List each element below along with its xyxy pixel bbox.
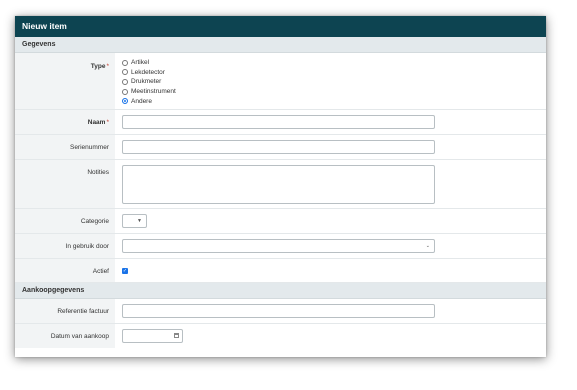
actief-cell: ✓: [115, 259, 546, 282]
radio-button[interactable]: [122, 69, 128, 76]
radio-button[interactable]: [122, 78, 128, 85]
serienummer-row: Serienummer: [15, 135, 546, 160]
naam-label-text: Naam: [87, 119, 106, 126]
section-header-aankoopgegevens: Aankoopgegevens: [15, 283, 546, 299]
in-gebruik-door-label: In gebruik door: [15, 234, 115, 258]
datum-van-aankoop-cell: [115, 324, 546, 348]
actief-label: Actief: [15, 259, 115, 282]
notities-textarea[interactable]: [122, 165, 435, 204]
radio-option-meetinstrument[interactable]: Meetinstrument: [122, 87, 546, 97]
notities-cell: [115, 160, 546, 208]
radio-label: Lekdetector: [131, 68, 165, 76]
datum-van-aankoop-label: Datum van aankoop: [15, 324, 115, 348]
radio-option-drukmeter[interactable]: Drukmeter: [122, 77, 546, 87]
radio-label: Meetinstrument: [131, 88, 176, 96]
categorie-row: Categorie ▼: [15, 209, 546, 234]
new-item-dialog: Nieuw item Gegevens Type* Artikel Lekdet…: [15, 16, 546, 357]
radio-option-andere[interactable]: Andere: [122, 96, 546, 106]
naam-cell: [115, 110, 546, 134]
radio-label: Andere: [131, 97, 152, 105]
notities-label: Notities: [15, 160, 115, 208]
actief-row: Actief ✓: [15, 259, 546, 283]
chevron-down-icon: ▼: [137, 218, 142, 224]
section-header-gegevens: Gegevens: [15, 37, 546, 53]
datum-van-aankoop-row: Datum van aankoop: [15, 324, 546, 348]
required-marker: *: [106, 63, 109, 70]
referentie-factuur-row: Referentie factuur: [15, 299, 546, 324]
type-row: Type* Artikel Lekdetector Drukmeter Meet…: [15, 53, 546, 110]
serienummer-input[interactable]: [122, 140, 435, 154]
serienummer-label: Serienummer: [15, 135, 115, 159]
naam-input[interactable]: [122, 115, 435, 129]
datum-van-aankoop-input[interactable]: [122, 329, 183, 343]
naam-row: Naam*: [15, 110, 546, 135]
required-marker: *: [106, 119, 109, 126]
radio-button-selected[interactable]: [122, 98, 128, 105]
radio-button[interactable]: [122, 59, 128, 66]
radio-button[interactable]: [122, 88, 128, 95]
in-gebruik-door-select[interactable]: ⌄: [122, 239, 435, 253]
radio-label: Artikel: [131, 59, 150, 67]
referentie-factuur-label: Referentie factuur: [15, 299, 115, 323]
type-label-text: Type: [90, 63, 106, 70]
in-gebruik-door-row: In gebruik door ⌄: [15, 234, 546, 259]
categorie-cell: ▼: [115, 209, 546, 233]
chevron-down-icon: ⌄: [425, 243, 430, 249]
referentie-factuur-cell: [115, 299, 546, 323]
in-gebruik-door-cell: ⌄: [115, 234, 546, 258]
actief-checkbox[interactable]: ✓: [122, 268, 128, 274]
type-radio-group: Artikel Lekdetector Drukmeter Meetinstru…: [115, 53, 546, 109]
checkmark-icon: ✓: [122, 268, 128, 274]
type-label: Type*: [15, 53, 115, 109]
serienummer-cell: [115, 135, 546, 159]
referentie-factuur-input[interactable]: [122, 304, 435, 318]
dialog-title: Nieuw item: [15, 16, 546, 37]
radio-label: Drukmeter: [131, 78, 162, 86]
naam-label: Naam*: [15, 110, 115, 134]
categorie-select[interactable]: ▼: [122, 214, 147, 228]
radio-option-lekdetector[interactable]: Lekdetector: [122, 68, 546, 78]
notities-row: Notities: [15, 160, 546, 209]
radio-option-artikel[interactable]: Artikel: [122, 58, 546, 68]
categorie-label: Categorie: [15, 209, 115, 233]
calendar-icon[interactable]: [174, 333, 179, 338]
